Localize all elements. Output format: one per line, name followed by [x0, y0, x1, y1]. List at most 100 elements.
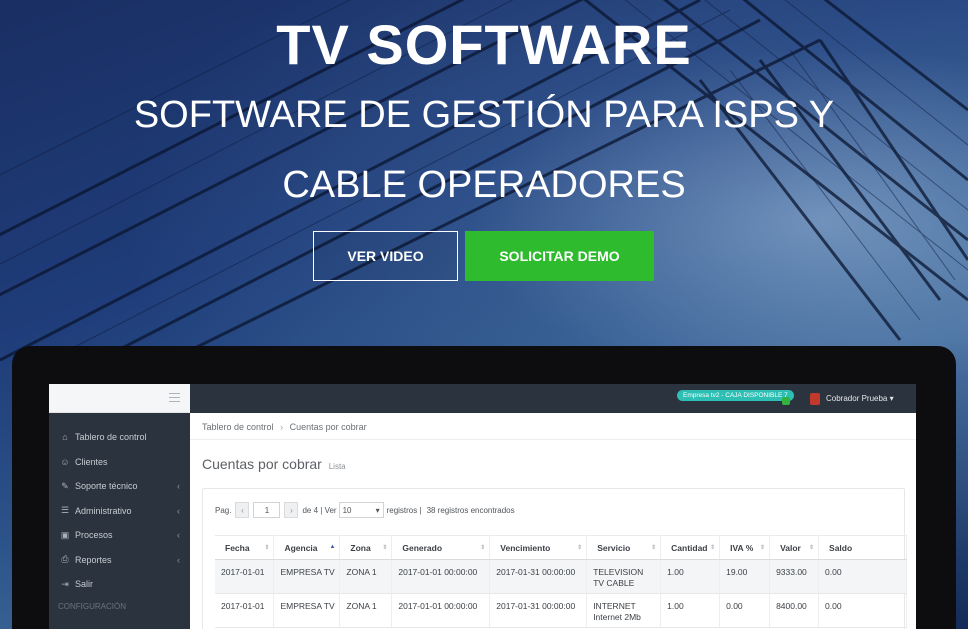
column-header[interactable]: Servicio ⇕: [586, 535, 662, 560]
pager-prefix: Pag.: [215, 505, 232, 515]
sidebar-item-clients[interactable]: ☺ Clientes: [49, 450, 190, 475]
cell-vencimiento: 2017-01-31 00:00:00: [489, 593, 588, 628]
next-page-button[interactable]: ›: [284, 502, 299, 518]
cell-servicio: INTERNET Internet 2Mb: [586, 593, 662, 628]
sidebar-item-label: Soporte técnico: [75, 481, 138, 492]
sidebar-header: [49, 384, 190, 413]
cell-valor: 8400.00: [769, 593, 820, 628]
pager-registros: registros |: [386, 505, 422, 515]
column-header[interactable]: Fecha ⇕: [215, 535, 275, 560]
accounts-panel: Pag. ‹ 1 › de 4 | Ver 10 ▾ registros | 3…: [202, 488, 907, 629]
breadcrumb-current: Cuentas por cobrar: [289, 422, 367, 432]
hero-title: TV SOFTWARE: [276, 13, 692, 76]
service-plan: Internet 2Mb: [593, 612, 641, 622]
cell-agencia: EMPRESA TV: [273, 593, 341, 628]
column-header[interactable]: Cantidad ⇕: [660, 535, 721, 560]
column-header[interactable]: Saldo: [818, 535, 907, 560]
user-avatar-icon[interactable]: [810, 393, 820, 405]
cell-saldo: 0.00: [818, 559, 907, 594]
user-name: Cobrador Prueba: [826, 394, 888, 403]
sort-icon: ⇕: [809, 545, 815, 551]
chevron-down-icon: ▾: [889, 394, 894, 403]
sidebar-item-support[interactable]: ✎ Soporte técnico ‹: [49, 474, 190, 499]
header-label: Valor: [780, 542, 801, 553]
sidebar-item-label: Tablero de control: [75, 432, 147, 443]
service-plan: TV CABLE: [593, 578, 635, 588]
chevron-left-icon: ‹: [177, 554, 180, 565]
cell-iva: 19.00: [719, 559, 771, 594]
breadcrumb-home[interactable]: Tablero de control: [202, 422, 274, 432]
header-label: Fecha: [225, 542, 250, 553]
header-label: Generado: [402, 542, 443, 553]
service-name: TELEVISION: [593, 567, 644, 577]
cell-fecha: 2017-01-01: [215, 559, 275, 594]
cash-status-indicator-icon: [782, 397, 790, 405]
cell-servicio: TELEVISION TV CABLE: [586, 559, 662, 594]
column-header[interactable]: Agencia ▲: [273, 535, 341, 560]
header-label: Cantidad: [671, 542, 708, 553]
sidebar-item-administrative[interactable]: ☰ Administrativo ‹: [49, 499, 190, 524]
cell-zona: ZONA 1: [339, 559, 393, 594]
logout-icon: ⇥: [61, 578, 69, 589]
pager-total: de 4 | Ver: [302, 505, 337, 515]
divider: [190, 439, 916, 440]
sidebar-item-label: Clientes: [75, 456, 108, 467]
list-icon: ☰: [60, 505, 70, 516]
column-header[interactable]: Valor ⇕: [769, 535, 820, 560]
user-menu[interactable]: Cobrador Prueba ▾: [826, 394, 894, 403]
sort-asc-icon: ▲: [329, 544, 336, 550]
cash-status-badge[interactable]: Empresa tv2 - CAJA DISPONIBLE 7: [677, 390, 794, 401]
sort-icon: ⇕: [264, 545, 270, 551]
pagination-bar: Pag. ‹ 1 › de 4 | Ver 10 ▾ registros | 3…: [215, 502, 515, 518]
sort-icon: ⇕: [760, 545, 766, 551]
accounts-table: Fecha ⇕ Agencia ▲ Zona ⇕ Generado ⇕ Vencimie…: [215, 535, 907, 628]
hamburger-menu-icon[interactable]: [169, 393, 180, 402]
breadcrumb: Tablero de control › Cuentas por cobrar: [202, 422, 367, 432]
column-header[interactable]: IVA % ⇕: [719, 535, 771, 560]
records-found: 38 registros encontrados: [426, 505, 515, 515]
chevron-left-icon: ‹: [177, 530, 180, 540]
wrench-icon: ✎: [61, 480, 69, 491]
service-name: INTERNET: [593, 601, 636, 611]
header-label: Zona: [350, 542, 371, 553]
cell-fecha: 2017-01-01: [215, 593, 275, 628]
table-header-row: Fecha ⇕ Agencia ▲ Zona ⇕ Generado ⇕ Vencimie…: [215, 535, 907, 560]
sidebar-item-dashboard[interactable]: ⌂ Tablero de control: [49, 425, 190, 450]
cell-cantidad: 1.00: [660, 559, 721, 594]
print-icon: ⎙: [61, 554, 69, 565]
per-page-select[interactable]: 10 ▾: [338, 502, 384, 518]
main-content: Tablero de control › Cuentas por cobrar …: [190, 413, 916, 629]
sort-icon: ⇕: [382, 545, 388, 551]
column-header[interactable]: Vencimiento ⇕: [489, 535, 588, 560]
sidebar-section-config: CONFIGURACIÓN: [58, 602, 126, 611]
hero-subtitle: SOFTWARE DE GESTIÓN PARA ISPS Y CABLE OP…: [133, 94, 835, 206]
per-page-value: 10: [342, 505, 352, 515]
header-label: Vencimiento: [500, 542, 551, 553]
request-demo-button[interactable]: SOLICITAR DEMO: [465, 231, 654, 281]
sort-icon: ⇕: [480, 545, 486, 551]
column-header[interactable]: Generado ⇕: [391, 535, 491, 560]
sidebar: ⌂ Tablero de control ☺ Clientes ✎ Soport…: [49, 384, 190, 629]
page-title-text: Cuentas por cobrar: [202, 456, 322, 472]
view-video-button[interactable]: VER VIDEO: [313, 231, 458, 281]
page-title: Cuentas por cobrar Lista: [202, 456, 346, 472]
caret-down-icon: ▾: [375, 505, 380, 515]
table-row[interactable]: 2017-01-01 EMPRESA TV ZONA 1 2017-01-01 …: [215, 559, 907, 594]
cell-zona: ZONA 1: [339, 593, 393, 628]
page-subtitle: Lista: [328, 462, 346, 471]
app-screenshot: ⌂ Tablero de control ☺ Clientes ✎ Soport…: [49, 384, 916, 629]
sidebar-item-reports[interactable]: ⎙ Reportes ‹: [49, 548, 190, 573]
header-label: Saldo: [829, 542, 853, 553]
page-number-input[interactable]: 1: [253, 502, 281, 518]
sort-icon: ⇕: [577, 545, 583, 551]
home-icon: ⌂: [62, 432, 68, 443]
prev-page-button[interactable]: ‹: [235, 502, 250, 518]
sidebar-item-logout[interactable]: ⇥ Salir: [49, 572, 190, 597]
users-icon: ☺: [60, 456, 70, 467]
table-row[interactable]: 2017-01-01 EMPRESA TV ZONA 1 2017-01-01 …: [215, 593, 907, 628]
column-header[interactable]: Zona ⇕: [339, 535, 393, 560]
sidebar-item-processes[interactable]: ▣ Procesos ‹: [49, 523, 190, 548]
save-icon: ▣: [60, 529, 70, 540]
sidebar-item-label: Reportes: [75, 554, 112, 565]
sidebar-item-label: Salir: [75, 579, 94, 590]
